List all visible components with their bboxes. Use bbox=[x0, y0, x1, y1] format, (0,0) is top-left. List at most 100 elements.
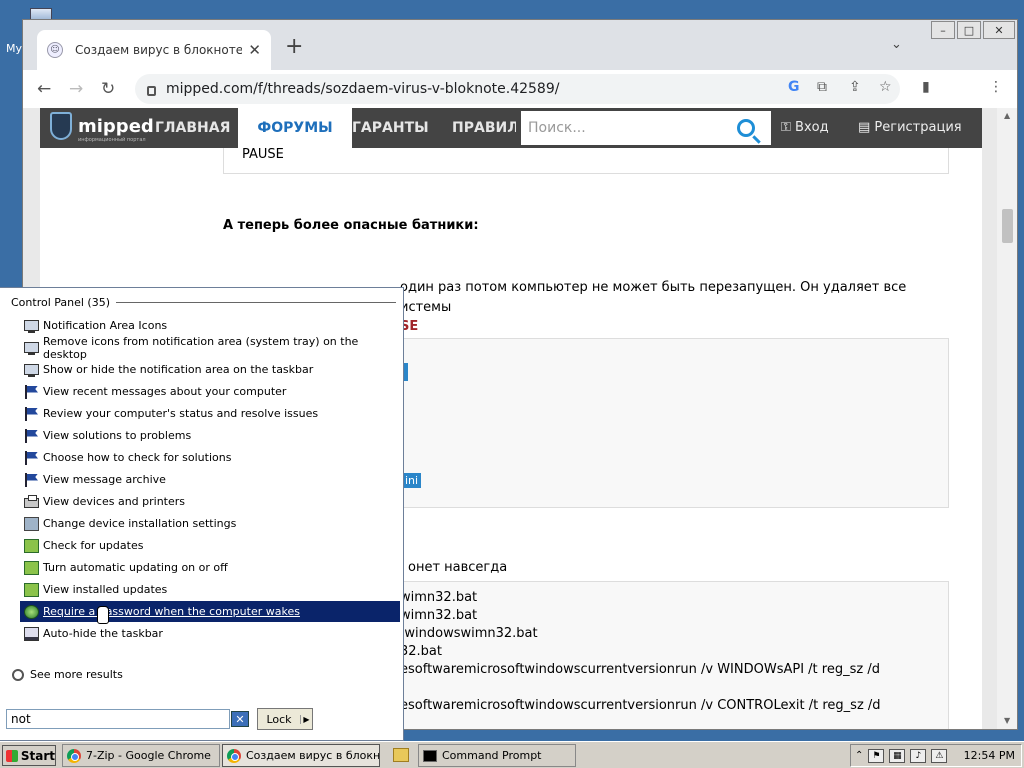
forward-icon[interactable]: → bbox=[69, 79, 83, 99]
back-icon[interactable]: ← bbox=[37, 79, 51, 99]
command-prompt-icon bbox=[423, 749, 437, 762]
key-icon: ⚿ bbox=[781, 120, 796, 135]
result-item[interactable]: Remove icons from notification area (sys… bbox=[20, 334, 400, 361]
clear-search-icon[interactable]: ✕ bbox=[231, 711, 249, 727]
network-icon[interactable]: ▦ bbox=[889, 748, 906, 763]
browser-toolbar: ← → ↻ mipped.com/f/threads/sozdaem-virus… bbox=[23, 70, 1017, 147]
reload-icon[interactable]: ↻ bbox=[101, 79, 115, 99]
code-line: 32.bat bbox=[400, 644, 442, 659]
start-button[interactable]: Start bbox=[2, 745, 56, 766]
result-item[interactable]: Turn automatic updating on or off bbox=[20, 557, 400, 578]
result-item[interactable]: View installed updates bbox=[20, 579, 400, 600]
paragraph: онет навсегда bbox=[408, 560, 508, 575]
start-label: Start bbox=[20, 748, 55, 763]
start-menu: Control Panel (35) Notification Area Ico… bbox=[0, 287, 404, 741]
taskbar-task-chrome-thread[interactable]: Создаем вирус в блокн... bbox=[222, 744, 380, 767]
menu-dots-icon[interactable]: ⋮ bbox=[989, 79, 1003, 95]
result-label: Remove icons from notification area (sys… bbox=[43, 334, 359, 361]
lock-button[interactable]: Lock ▶ bbox=[257, 708, 313, 730]
result-item[interactable]: Require a password when the computer wak… bbox=[20, 601, 400, 622]
group-title[interactable]: Control Panel (35) bbox=[11, 296, 110, 309]
chrome-icon bbox=[67, 748, 81, 763]
flag-icon bbox=[24, 472, 39, 487]
result-item[interactable]: Choose how to check for solutions bbox=[20, 447, 400, 468]
share-icon[interactable]: ⇪ bbox=[849, 79, 861, 95]
result-item[interactable]: View recent messages about your computer bbox=[20, 381, 400, 402]
printer-icon bbox=[24, 494, 39, 508]
update-icon bbox=[24, 538, 39, 553]
explorer-icon[interactable] bbox=[393, 748, 409, 762]
divider bbox=[116, 302, 396, 303]
search-icon[interactable] bbox=[737, 119, 755, 137]
result-label: Auto-hide the taskbar bbox=[43, 627, 163, 640]
result-item[interactable]: Change device installation settings bbox=[20, 513, 400, 534]
google-icon[interactable]: G bbox=[788, 79, 800, 95]
site-search[interactable]: Поиск... bbox=[521, 111, 771, 145]
taskbar: Start 7-Zip - Google Chrome Создаем виру… bbox=[0, 741, 1024, 768]
address-bar[interactable]: mipped.com/f/threads/sozdaem-virus-v-blo… bbox=[135, 74, 900, 104]
result-label: Turn automatic updating on or off bbox=[43, 561, 228, 574]
scrollbar-thumb[interactable] bbox=[1002, 209, 1013, 243]
result-item[interactable]: View message archive bbox=[20, 469, 400, 490]
nav-rules[interactable]: ПРАВИЛ bbox=[452, 108, 516, 148]
monitor-icon bbox=[24, 320, 39, 333]
close-tab-icon[interactable]: ✕ bbox=[248, 41, 261, 59]
results-group-header: Control Panel (35) bbox=[11, 296, 396, 309]
nav-forums[interactable]: ФОРУМЫ bbox=[238, 108, 352, 148]
taskbar-task-chrome-7zip[interactable]: 7-Zip - Google Chrome bbox=[62, 744, 220, 767]
nav-guarantors[interactable]: ГАРАНТЫ bbox=[352, 108, 429, 148]
browser-tab[interactable]: ☺ Создаем вирус в блокноте | Форум ✕ bbox=[37, 30, 271, 70]
monitor-icon bbox=[24, 342, 39, 355]
security-icon[interactable]: ⚠ bbox=[931, 748, 948, 763]
address-url[interactable]: mipped.com/f/threads/sozdaem-virus-v-blo… bbox=[166, 81, 559, 97]
section-heading: А теперь более опасные батники: bbox=[223, 218, 479, 233]
translate-icon[interactable]: ⧉ bbox=[817, 79, 827, 95]
result-label: View message archive bbox=[43, 473, 166, 486]
monitor-icon bbox=[24, 364, 39, 377]
power-options-arrow-icon[interactable]: ▶ bbox=[300, 714, 312, 724]
flag-icon bbox=[24, 450, 39, 465]
page-scrollbar[interactable]: ▲ ▼ bbox=[997, 108, 1017, 729]
result-item[interactable]: View solutions to problems bbox=[20, 425, 400, 446]
scroll-down-icon[interactable]: ▼ bbox=[1004, 716, 1010, 725]
favicon-icon: ☺ bbox=[47, 42, 63, 58]
tray-expand-icon[interactable]: ⌃ bbox=[855, 750, 863, 761]
task-label: Command Prompt bbox=[442, 749, 542, 762]
register-link[interactable]: ▤ Регистрация bbox=[858, 108, 962, 148]
bookmark-star-icon[interactable]: ☆ bbox=[879, 79, 892, 95]
scroll-up-icon[interactable]: ▲ bbox=[1004, 111, 1010, 120]
result-label: Choose how to check for solutions bbox=[43, 451, 232, 464]
lock-label: Lock bbox=[266, 712, 292, 726]
side-panel-icon[interactable]: ▮ bbox=[922, 79, 930, 95]
clock[interactable]: 12:54 PM bbox=[964, 749, 1015, 762]
result-item[interactable]: Review your computer's status and resolv… bbox=[20, 403, 400, 424]
result-item[interactable]: Auto-hide the taskbar bbox=[20, 623, 400, 644]
result-item[interactable]: Check for updates bbox=[20, 535, 400, 556]
site-logo[interactable]: mipped информационный портал bbox=[50, 112, 154, 143]
desktop-icon-label[interactable]: My bbox=[6, 42, 22, 55]
nav-home[interactable]: ГЛАВНАЯ bbox=[155, 108, 230, 148]
search-input[interactable]: Поиск... bbox=[528, 120, 737, 136]
action-center-icon[interactable]: ⚑ bbox=[868, 748, 885, 763]
taskbar-task-cmd[interactable]: Command Prompt bbox=[418, 744, 576, 767]
result-label: View solutions to problems bbox=[43, 429, 192, 442]
result-label: Change device installation settings bbox=[43, 517, 237, 530]
minimize-button[interactable]: – bbox=[931, 21, 955, 39]
start-search-input[interactable]: not bbox=[6, 709, 230, 729]
register-label: Регистрация bbox=[874, 120, 962, 135]
tab-strip: ☺ Создаем вирус в блокноте | Форум ✕ + ⌄… bbox=[23, 20, 1017, 70]
result-item[interactable]: Notification Area Icons bbox=[20, 315, 400, 336]
task-label: Создаем вирус в блокн... bbox=[246, 749, 380, 762]
close-window-button[interactable]: ✕ bbox=[983, 21, 1015, 39]
tab-search-icon[interactable]: ⌄ bbox=[891, 37, 902, 52]
see-more-results[interactable]: See more results bbox=[12, 668, 123, 681]
result-item[interactable]: Show or hide the notification area on th… bbox=[20, 359, 400, 380]
lock-icon[interactable] bbox=[147, 85, 156, 96]
new-tab-button[interactable]: + bbox=[285, 34, 303, 59]
code-block: PAUSE bbox=[223, 148, 949, 174]
tab-title: Создаем вирус в блокноте | Форум bbox=[75, 43, 243, 57]
login-link[interactable]: ⚿ Вход bbox=[781, 108, 829, 148]
maximize-button[interactable]: □ bbox=[957, 21, 981, 39]
volume-icon[interactable]: ♪ bbox=[910, 748, 927, 763]
result-item[interactable]: View devices and printers bbox=[20, 491, 400, 512]
